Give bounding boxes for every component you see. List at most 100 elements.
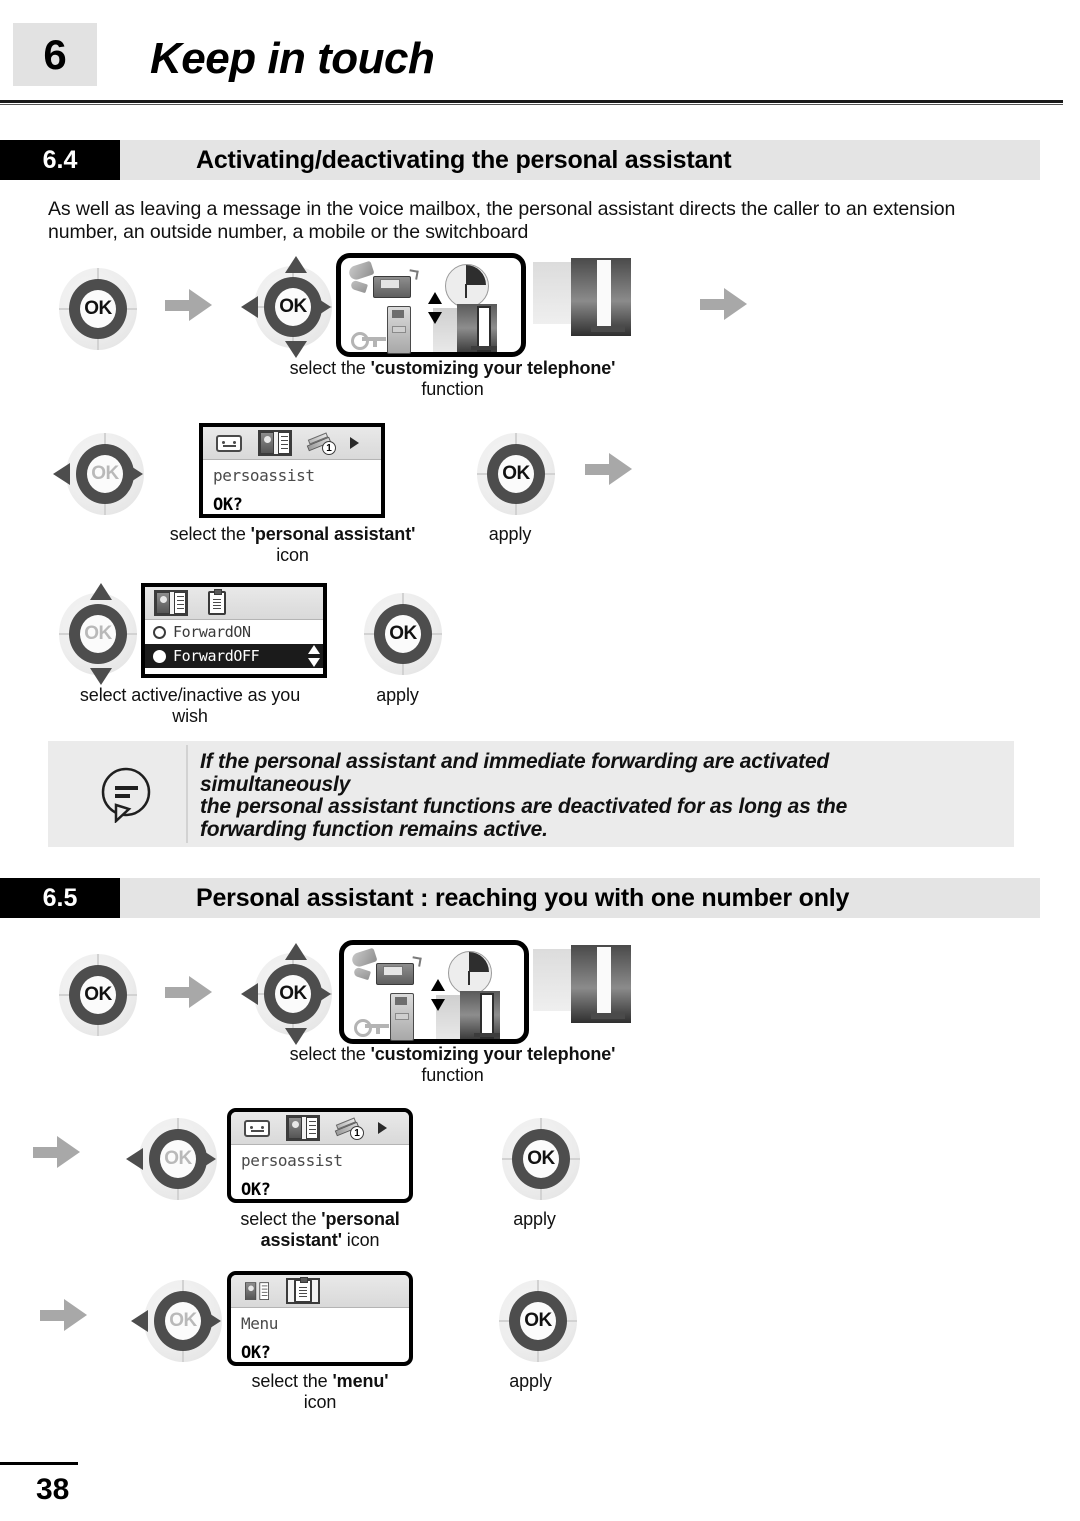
arrow-up-icon[interactable] [285,943,307,960]
section-title-6-4: Activating/deactivating the personal ass… [196,145,732,174]
ok-key-4[interactable]: OK [48,946,137,1044]
ok-label: OK [169,1310,197,1331]
customizing-telephone-pictogram-2[interactable] [339,940,529,1044]
tab-personal-assistant-icon[interactable] [240,1278,274,1304]
ok-button-hub[interactable]: OK [80,615,116,653]
arrow-up-icon[interactable] [90,583,112,600]
caption-prefix: select the [289,1044,371,1064]
flow-arrow-icon-3 [585,452,633,486]
tab-clipboard-icon[interactable] [286,1277,320,1304]
tab-more-right-icon[interactable] [378,1122,387,1134]
note-line-2: simultaneously [200,772,351,796]
navigator-key-2[interactable]: OK [53,425,144,523]
caption-suffix: icon [341,1230,380,1250]
tab-more-right-icon[interactable] [350,437,359,449]
ok-label: OK [84,623,112,644]
tab-tools-icon[interactable]: 1 [304,430,338,456]
lcd-screen-forward[interactable]: ForwardON ForwardOFF [141,583,327,678]
ok-button-hub[interactable]: OK [275,288,311,326]
ok-button-hub[interactable]: OK [523,1140,559,1178]
customizing-telephone-pictogram-1[interactable] [336,253,526,357]
flow-arrow-icon-6 [40,1298,88,1332]
note-line-1: If the personal assistant and immediate … [200,750,830,773]
tab-personal-assistant-icon[interactable] [286,1115,320,1141]
lcd-confirm-prompt: OK? [241,1343,271,1363]
arrow-up-icon[interactable] [285,256,307,273]
arrow-right-icon[interactable] [314,983,331,1005]
ok-key-3[interactable]: OK [353,585,442,683]
arrow-left-icon[interactable] [241,296,258,318]
ok-label: OK [279,296,307,317]
navigator-key-4[interactable]: OK [241,943,332,1045]
navigator-key-3[interactable]: OK [48,583,137,685]
ok-label: OK [524,1310,552,1331]
scroll-updown-icon[interactable] [308,645,320,667]
arrow-left-icon[interactable] [131,1310,148,1332]
caption-customizing-1: select the 'customizing your telephone' … [255,358,650,400]
arrow-head [189,289,212,321]
navigator-key-1[interactable]: OK [241,256,332,358]
section-number-label: 6.5 [42,883,78,912]
arrow-head [64,1299,87,1331]
arrow-down-icon[interactable] [285,341,307,358]
tab-personal-assistant-icon[interactable] [258,430,292,456]
arrow-down-icon[interactable] [90,668,112,685]
tab-personal-assistant-icon[interactable] [154,590,188,616]
arrow-right-icon[interactable] [204,1310,221,1332]
caption-apply-2: apply [376,685,419,705]
lcd-tab-bar: 1 [203,427,381,460]
ok-button-hub[interactable]: OK [498,455,534,493]
tab-clipboard-icon[interactable] [200,589,234,616]
arrow-head [189,976,212,1008]
ok-button-hub[interactable]: OK [87,455,123,493]
ok-button-hub[interactable]: OK [520,1302,556,1340]
ok-button-hub[interactable]: OK [80,976,116,1014]
ok-button-hub[interactable]: OK [165,1302,201,1340]
section-number-6-5: 6.5 [0,878,120,918]
tab-cassette-icon[interactable] [240,1115,274,1141]
note-line-4: forwarding function remains active. [200,817,548,841]
lcd-screen-persoassist-2[interactable]: 1 persoassist OK? [227,1108,413,1203]
caption-menu: select the 'menu' icon [225,1371,415,1413]
tools-badge-count: 1 [350,1126,364,1140]
scroll-updown-icon [428,292,442,324]
lcd-screen-menu[interactable]: Menu OK? [227,1271,413,1366]
header-divider-thin [0,104,1063,105]
list-item[interactable]: ForwardOFF [145,644,323,668]
caption-active-inactive: select active/inactive as you wish [60,685,320,727]
caption-suffix: icon [276,545,309,565]
caption-prefix: select the [251,1371,333,1391]
arrow-head [609,453,632,485]
ok-key-2[interactable]: OK [466,425,555,523]
caption-line-1: select active/inactive as you [79,685,301,705]
ok-button-hub[interactable]: OK [385,615,421,653]
caption-customizing-2: select the 'customizing your telephone' … [255,1044,650,1086]
caption-emphasis-line2: assistant' [260,1230,342,1250]
ok-key-6[interactable]: OK [488,1272,577,1370]
caption-persoassist-1: select the 'personal assistant' icon [145,524,440,566]
tab-tools-icon[interactable]: 1 [332,1115,366,1141]
ok-label: OK [389,623,417,644]
tab-cassette-icon[interactable] [212,430,246,456]
ok-key-5[interactable]: OK [491,1110,580,1208]
navigator-key-6[interactable]: OK [131,1272,222,1370]
ok-button-hub[interactable]: OK [275,975,311,1013]
caption-emphasis: 'customizing your telephone' [370,358,616,378]
section-number-label: 6.4 [42,145,78,174]
arrow-right-icon[interactable] [126,463,143,485]
ok-key-1[interactable]: OK [48,260,137,358]
list-item[interactable]: ForwardON [145,620,323,644]
ok-button-hub[interactable]: OK [160,1140,196,1178]
arrow-left-icon[interactable] [53,463,70,485]
lcd-screen-persoassist-1[interactable]: 1 persoassist OK? [199,423,385,518]
key-device-icon [347,306,419,354]
navigator-key-5[interactable]: OK [126,1110,217,1208]
ok-button-hub[interactable]: OK [80,290,116,328]
personalization-highlight-icon [436,991,524,1041]
arrow-down-icon[interactable] [285,1028,307,1045]
arrow-left-icon[interactable] [126,1148,143,1170]
arrow-right-icon[interactable] [199,1148,216,1170]
arrow-left-icon[interactable] [241,983,258,1005]
arrow-right-icon[interactable] [314,296,331,318]
radio-unselected-icon [153,625,166,639]
